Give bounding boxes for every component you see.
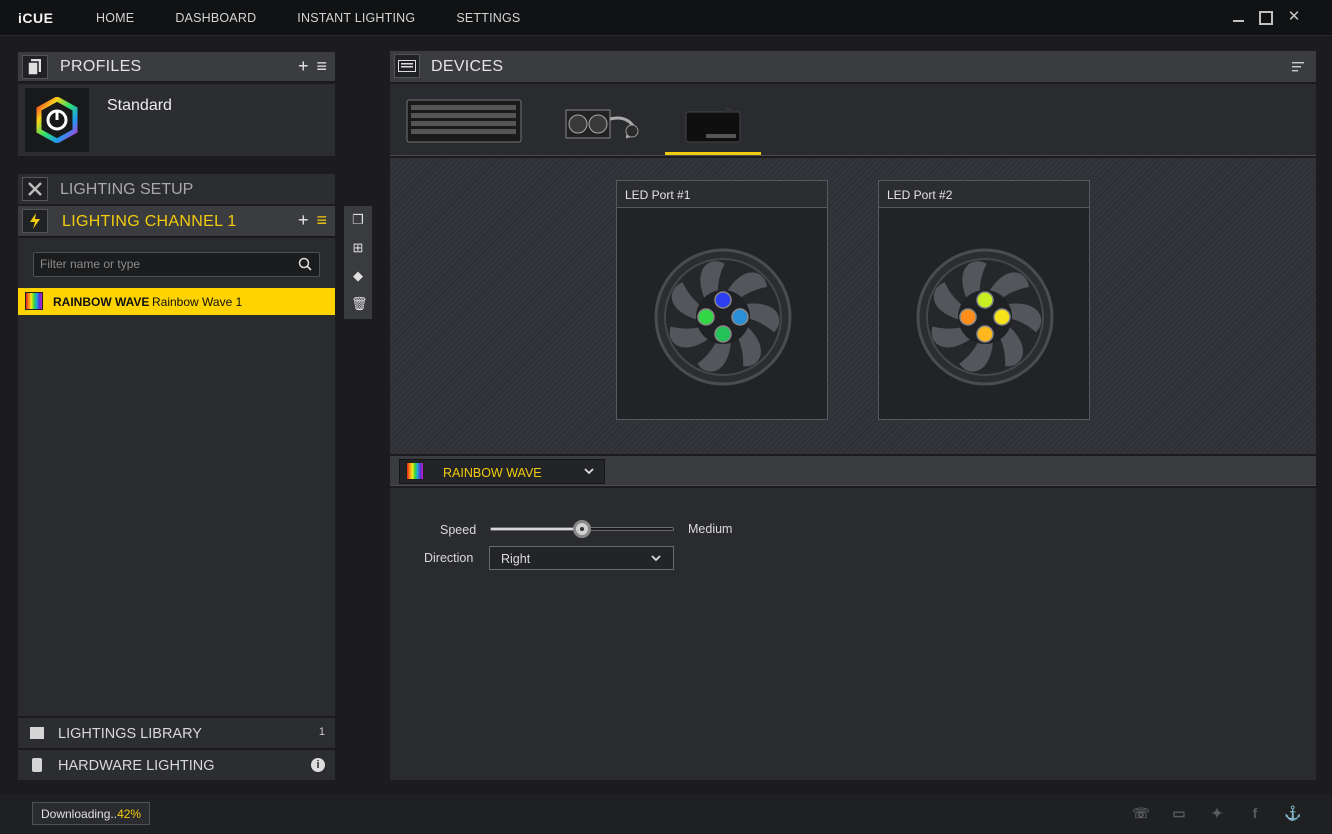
direction-value: Right [501,552,531,566]
app-logo: iCUE [18,10,54,26]
window-controls: ✕ [1230,8,1302,26]
delete-icon[interactable]: 🗑 [351,296,368,314]
info-icon[interactable]: i [311,758,325,772]
hardware-lighting-title: HARDWARE LIGHTING [58,758,215,774]
effect-bar: RAINBOW WAVE [390,456,1316,486]
chevron-down-icon [651,555,661,562]
wrench-icon [22,177,48,201]
lighting-channel-header[interactable]: LIGHTING CHANNEL 1 + ≡ [18,206,335,237]
minimize-icon[interactable] [1230,8,1246,26]
led-port-2-title: LED Port #2 [887,188,953,202]
memory-card-icon [32,758,42,772]
search-icon[interactable] [298,257,312,271]
hardware-lighting-row[interactable]: HARDWARE LIGHTING i [18,749,335,780]
paste-icon[interactable]: ⊞ [351,240,365,258]
download-percent: 42% [117,807,142,821]
lighting-node-device-icon[interactable] [684,100,742,150]
profile-card[interactable]: Standard [18,84,335,157]
profiles-title: PROFILES [60,58,142,75]
effect-dropdown[interactable]: RAINBOW WAVE [399,459,605,484]
speed-slider-fill [491,528,583,530]
profiles-menu-icon[interactable]: ≡ [316,56,327,77]
title-bar: iCUE HOME DASHBOARD INSTANT LIGHTING SET… [0,0,1332,36]
reorder-icon[interactable]: ◆ [351,268,365,286]
nav-settings[interactable]: SETTINGS [456,11,520,25]
profile-name: Standard [107,97,172,114]
active-device-indicator [665,152,761,155]
led-port-1[interactable]: LED Port #1 [616,180,828,420]
top-nav: HOME DASHBOARD INSTANT LIGHTING SETTINGS [96,11,561,25]
led-dot[interactable] [714,325,732,343]
fan-icon [654,248,792,386]
chevron-down-icon [584,468,594,475]
speed-label: Speed [440,523,477,537]
nav-home[interactable]: HOME [96,11,134,25]
channel-menu-icon[interactable]: ≡ [316,210,327,231]
led-dot[interactable] [731,308,749,326]
lightings-library-row[interactable]: LIGHTINGS LIBRARY 1 [18,717,335,748]
corsair-icon[interactable]: ⚓ [1284,805,1302,821]
profiles-icon [22,55,48,79]
copy-icon[interactable]: ❐ [351,212,365,230]
facebook-icon[interactable]: f [1246,805,1264,821]
led-dot[interactable] [959,308,977,326]
folder-icon [30,727,44,739]
led-canvas: LED Port #1 LED Port #2 [390,158,1316,454]
download-text: Downloading.. [41,807,118,821]
led-dot[interactable] [714,291,732,309]
cooler-device-icon[interactable] [564,100,642,150]
rainbow-swatch-icon [406,462,424,480]
chat-icon[interactable]: ▭ [1170,805,1188,821]
effect-list-item[interactable]: RAINBOW WAVE Rainbow Wave 1 [18,288,335,315]
rainbow-swatch-icon [25,292,43,310]
profile-logo [25,88,89,152]
effect-name: Rainbow Wave 1 [152,295,243,309]
status-bar: Downloading..42% ☏ ▭ ✦ f ⚓ [0,794,1332,834]
effect-dropdown-label: RAINBOW WAVE [443,466,542,480]
fan-icon [916,248,1054,386]
close-icon[interactable]: ✕ [1286,8,1302,26]
speed-value: Medium [688,522,733,536]
effect-tools: ❐ ⊞ ◆ 🗑 [344,206,372,319]
keyboard-icon [394,54,420,78]
lighting-setup-row[interactable]: LIGHTING SETUP [18,174,335,204]
device-selector [390,84,1316,156]
support-icon[interactable]: ☏ [1132,805,1150,821]
led-dot[interactable] [976,291,994,309]
nav-dashboard[interactable]: DASHBOARD [175,11,256,25]
filter-box [33,252,320,277]
led-port-2[interactable]: LED Port #2 [878,180,1090,420]
effect-list: RAINBOW WAVE Rainbow Wave 1 [18,238,335,716]
lighting-channel-title: LIGHTING CHANNEL 1 [62,213,237,230]
download-status: Downloading..42% [32,802,151,825]
direction-dropdown[interactable]: Right [489,546,674,570]
twitter-icon[interactable]: ✦ [1208,805,1226,821]
effect-type: RAINBOW WAVE [53,295,150,309]
devices-header: DEVICES [390,51,1316,82]
led-dot[interactable] [993,308,1011,326]
maximize-icon[interactable] [1258,8,1274,26]
nav-instant-lighting[interactable]: INSTANT LIGHTING [297,11,415,25]
direction-label: Direction [424,551,474,565]
profiles-header: PROFILES + ≡ [18,52,335,82]
speed-slider-handle[interactable] [573,520,591,538]
lightings-library-title: LIGHTINGS LIBRARY [58,726,202,742]
library-count: 1 [318,726,325,738]
devices-title: DEVICES [431,58,504,75]
lightning-icon [22,209,48,233]
led-dot[interactable] [976,325,994,343]
lighting-setup-title: LIGHTING SETUP [60,181,194,198]
filter-input[interactable] [40,257,290,271]
effect-properties: Speed Medium Direction Right [390,488,1316,780]
led-dot[interactable] [697,308,715,326]
devices-menu-icon[interactable] [1292,60,1304,72]
led-port-1-title: LED Port #1 [625,188,691,202]
add-effect-icon[interactable]: + [298,210,309,231]
add-profile-icon[interactable]: + [298,56,309,77]
keyboard-device-icon[interactable] [406,96,522,146]
